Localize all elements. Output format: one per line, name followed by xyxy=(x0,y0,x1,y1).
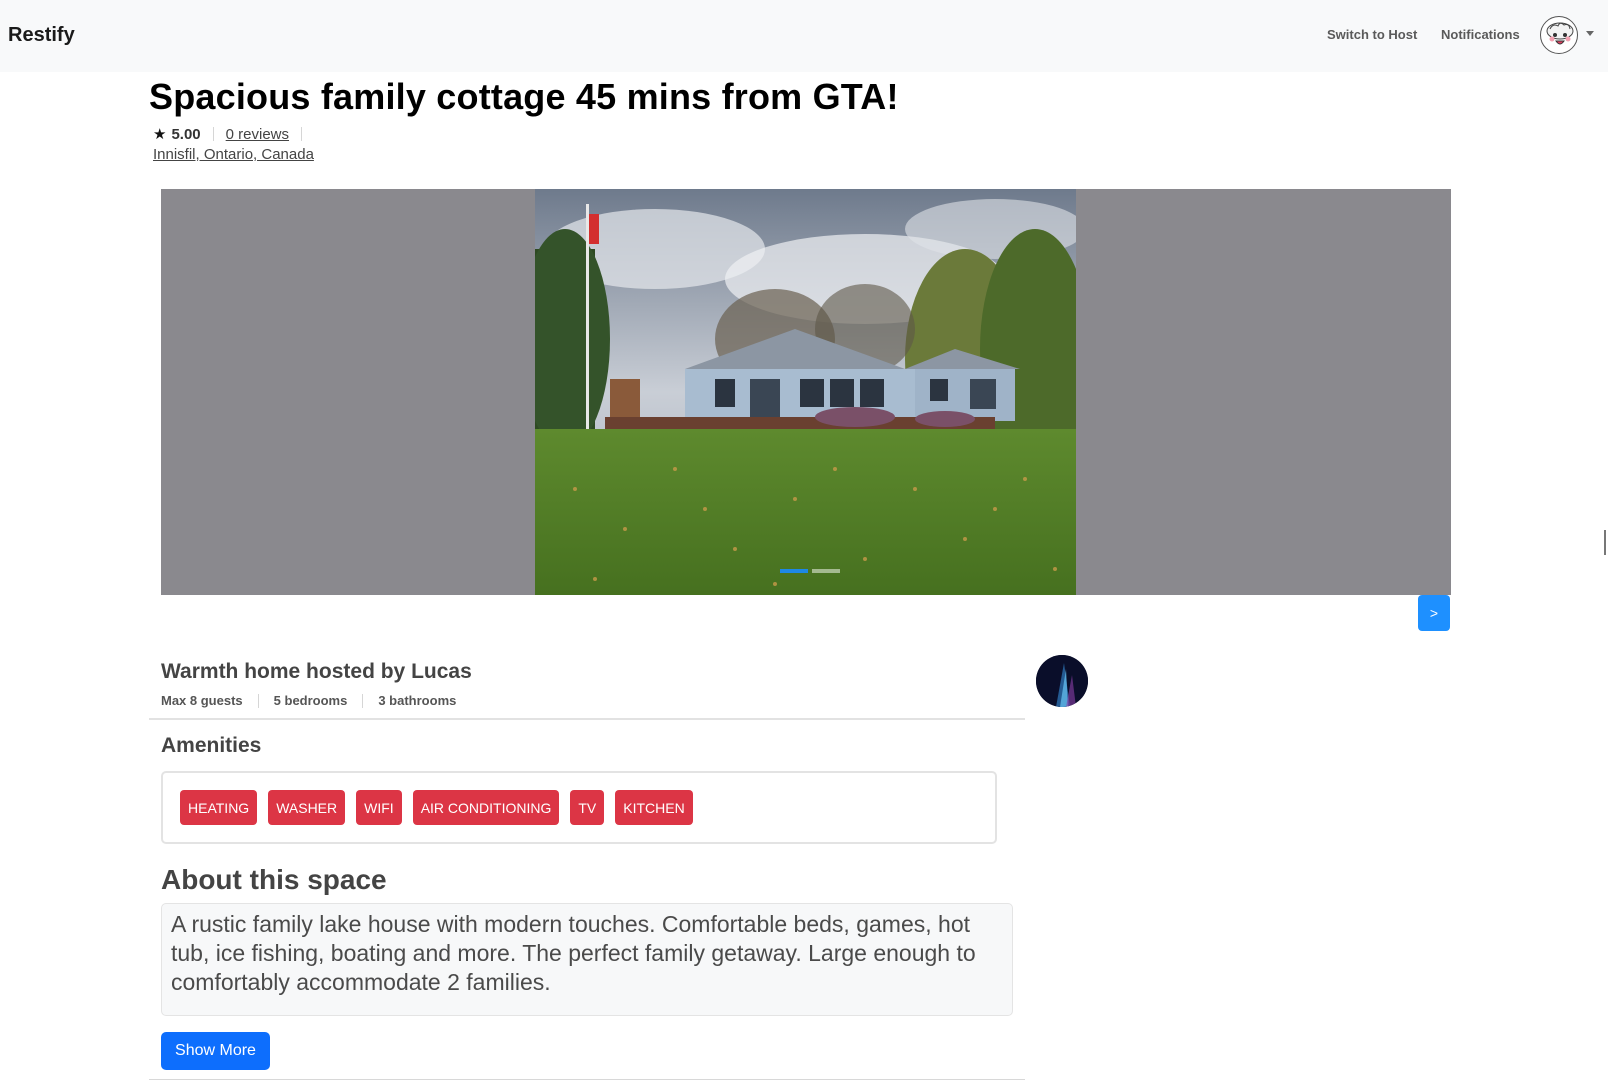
bedrooms-count: 5 bedrooms xyxy=(273,693,348,708)
location-link[interactable]: Innisfil, Ontario, Canada xyxy=(153,146,314,163)
amenities-title: Amenities xyxy=(161,734,262,757)
amenity-chip: TV xyxy=(570,790,605,825)
listing-title: Spacious family cottage 45 mins from GTA… xyxy=(149,76,899,117)
host-title: Warmth home hosted by Lucas xyxy=(161,660,472,683)
carousel-indicators xyxy=(780,569,840,573)
section-divider xyxy=(149,718,1025,720)
carousel-next-button[interactable]: > xyxy=(1418,595,1450,631)
amenity-chip: WIFI xyxy=(356,790,402,825)
navbar: Restify Switch to Host Notifications xyxy=(0,0,1608,72)
scrollbar[interactable] xyxy=(1604,530,1606,555)
carousel-indicator-1[interactable] xyxy=(780,569,808,573)
host-avatar[interactable] xyxy=(1036,655,1088,707)
about-description: A rustic family lake house with modern t… xyxy=(161,903,1013,1016)
brand-logo[interactable]: Restify xyxy=(8,24,75,47)
profile-dropdown[interactable] xyxy=(1540,16,1594,56)
carousel-indicator-2[interactable] xyxy=(812,569,840,573)
divider xyxy=(212,127,214,141)
avatar-icon xyxy=(1540,16,1578,54)
amenities-box: HEATING WASHER WIFI AIR CONDITIONING TV … xyxy=(161,771,997,844)
divider xyxy=(301,127,303,141)
chevron-down-icon xyxy=(1586,31,1594,36)
divider xyxy=(362,693,364,708)
listing-photo xyxy=(535,189,1076,595)
switch-to-host-link[interactable]: Switch to Host xyxy=(1327,27,1417,42)
bathrooms-count: 3 bathrooms xyxy=(378,693,457,708)
listing-meta: ★ 5.00 0 reviews xyxy=(153,124,314,144)
amenity-chip: WASHER xyxy=(268,790,346,825)
notifications-link[interactable]: Notifications xyxy=(1441,27,1520,42)
property-stats: Max 8 guests 5 bedrooms 3 bathrooms xyxy=(161,693,456,708)
star-icon: ★ xyxy=(153,126,167,143)
amenities-list: HEATING WASHER WIFI AIR CONDITIONING TV … xyxy=(180,790,693,825)
divider xyxy=(257,693,259,708)
amenity-chip: HEATING xyxy=(180,790,258,825)
photo-carousel xyxy=(161,189,1451,595)
about-title: About this space xyxy=(161,864,387,895)
reviews-link[interactable]: 0 reviews xyxy=(226,126,289,143)
show-more-button[interactable]: Show More xyxy=(161,1032,270,1070)
amenity-chip: AIR CONDITIONING xyxy=(412,790,560,825)
amenity-chip: KITCHEN xyxy=(615,790,693,825)
rating-value: 5.00 xyxy=(171,125,201,143)
guests-count: Max 8 guests xyxy=(161,693,243,708)
